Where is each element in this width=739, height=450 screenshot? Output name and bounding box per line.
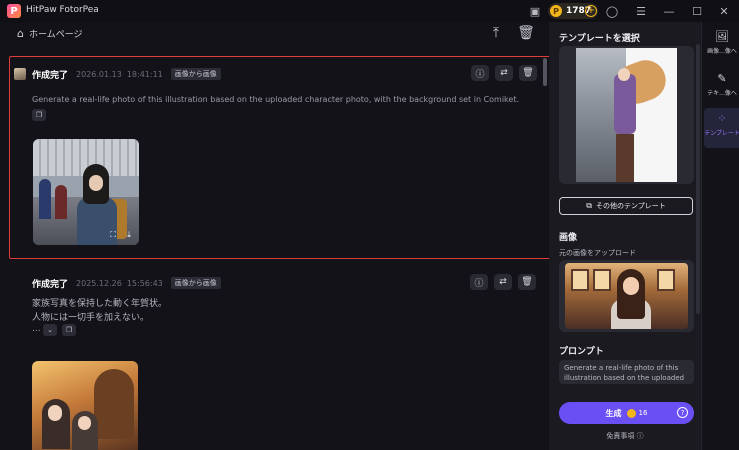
upload-image-area[interactable] [559,260,694,332]
add-credits-icon[interactable]: + [585,5,597,17]
prompt-input[interactable]: Generate a real-life photo of this illus… [559,360,694,384]
template-icon: ⧉ [586,201,592,210]
gift-icon[interactable]: ▣ [528,4,542,18]
generate-label: 生成 [605,408,622,418]
generate-cost: 16 [638,409,648,417]
prompt-line: 人物には一切手を加えない。 [32,313,150,323]
info-icon[interactable]: ⓘ [471,65,489,81]
mode-badge: 画像から画像 [170,68,221,80]
expand-prompt-icon[interactable]: ⌄ [43,324,57,336]
nav-label: テンプレート [704,130,739,137]
card-time: 15:56:43 [126,278,163,288]
copy-prompt-icon[interactable]: ❐ [62,324,76,336]
home-link[interactable]: ⌂ ホームページ [17,27,83,40]
home-icon: ⌂ [17,27,24,40]
prompt-line: 家族写真を保持した動く年賀状。 [32,299,168,309]
source-thumbnail [14,68,26,80]
menu-icon[interactable]: ☰ [634,4,648,18]
nav-label: テキ...像へ [707,90,737,97]
app-logo: P [7,4,21,18]
prompt-preview: Generate a real-life photo of this illus… [564,364,685,382]
template-section-title: テンプレートを選択 [559,34,640,44]
user-account-icon[interactable]: ◯ [605,4,619,18]
coin-icon: P [550,5,562,17]
scrollbar[interactable] [543,58,547,86]
prompt-text: Generate a real-life photo of this illus… [32,95,520,104]
mode-badge: 画像から画像 [170,277,221,289]
maximize-icon[interactable]: ☐ [690,4,704,18]
scroll-top-icon[interactable]: ⤒ [487,24,505,42]
upload-label: 元の画像をアップロード [559,249,636,257]
scrollbar[interactable] [696,44,700,314]
fullscreen-icon[interactable]: ⛶ [107,229,119,241]
result-image[interactable]: ⛶ ⤓ [33,139,139,245]
card-status: 作成完了 [32,279,69,290]
info-icon[interactable]: ⓘ [470,274,488,290]
minimize-icon[interactable]: — [662,4,676,18]
more-templates-button[interactable]: ⧉ その他のテンプレート [559,197,693,215]
help-icon[interactable]: ? [677,407,688,418]
card-date: 2026.01.13 [76,69,122,79]
download-icon[interactable]: ⤓ [123,229,135,241]
card-header: 作成完了 2026.01.13 18:41:11 画像から画像 [14,67,221,81]
close-icon[interactable]: ✕ [717,4,731,18]
disclaimer-link[interactable]: 免責事項 ⓘ [549,431,701,441]
title-bar: P HitPaw FotorPea ▣ P 1787 + ◯ ☰ — ☐ ✕ [0,0,739,22]
card-date: 2025.12.26 [76,278,122,288]
mode-nav: 🖼 画像...像へ ✎ テキ...像へ ⁘ テンプレート [701,22,739,450]
credits-badge[interactable]: P 1787 + [548,3,598,19]
settings-panel: テンプレートを選択 ⧉ その他のテンプレート 画像 元の画像をアップロード プロ… [549,22,701,450]
delete-icon[interactable]: 🗑 [519,65,537,81]
text-image-icon: ✎ [717,72,727,85]
image-icon: 🖼 [715,30,729,43]
card-status: 作成完了 [32,70,69,81]
coin-icon [626,408,636,418]
prompt-ellipsis: ... [32,324,41,334]
toolbar: ⌂ ホームページ ⤒ 🗑 [0,22,549,46]
history-panel: 作成完了 2026.01.13 18:41:11 画像から画像 ⓘ ⇄ 🗑 Ge… [0,46,549,450]
nav-image-to-image[interactable]: 🖼 画像...像へ [704,26,739,66]
more-templates-label: その他のテンプレート [595,202,666,210]
delete-icon[interactable]: 🗑 [518,274,536,290]
regenerate-icon[interactable]: ⇄ [495,65,513,81]
template-preview[interactable] [559,46,694,184]
card-header: 作成完了 2025.12.26 15:56:43 画像から画像 [22,276,221,290]
nav-label: 画像...像へ [707,48,737,55]
copy-prompt-icon[interactable]: ❐ [32,109,46,121]
result-image[interactable] [32,361,138,450]
image-section-title: 画像 [559,233,578,243]
card-time: 18:41:11 [126,69,163,79]
prompt-section-title: プロンプト [559,347,604,357]
template-icon: ⁘ [717,112,727,125]
app-title: HitPaw FotorPea [26,5,99,15]
nav-text-to-image[interactable]: ✎ テキ...像へ [704,68,739,108]
history-card-selected[interactable]: 作成完了 2026.01.13 18:41:11 画像から画像 ⓘ ⇄ 🗑 Ge… [9,56,549,259]
delete-all-icon[interactable]: 🗑 [517,24,535,42]
nav-template[interactable]: ⁘ テンプレート [704,108,739,148]
generate-button[interactable]: 生成 16 ? [559,402,694,424]
regenerate-icon[interactable]: ⇄ [494,274,512,290]
home-label: ホームページ [28,30,83,40]
info-icon: ⓘ [636,432,644,440]
